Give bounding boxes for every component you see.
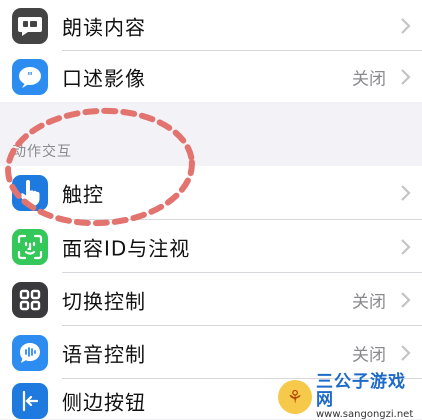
watermark-logo-icon: ⚘ [278,380,312,414]
voice-control-icon [12,334,48,371]
row-value: 关闭 [352,292,386,312]
chevron-right-icon [401,185,411,201]
grid-icon [12,281,48,318]
watermark-title: 三公子游戏网 [316,371,406,410]
chevron-right-icon [401,238,411,255]
row-touch[interactable]: 触控 [0,166,422,220]
svg-text:": " [27,70,33,83]
row-audio-descriptions[interactable]: " 口述影像 关闭 [0,51,422,102]
watermark-url: www.sangongzi.net [316,408,414,420]
chevron-right-icon [401,17,411,34]
row-label: 口述影像 [62,66,146,90]
chevron-right-icon [401,344,411,361]
row-label: 语音控制 [62,342,146,366]
chevron-right-icon [401,68,411,85]
watermark: ⚘ 三公子游戏网 www.sangongzi.net [278,371,418,420]
row-label: 触控 [62,182,104,207]
face-id-icon [12,228,48,265]
row-spoken-content[interactable]: 朗读内容 [0,0,422,51]
row-label: 面容ID与注视 [62,236,191,260]
row-value: 关闭 [352,345,386,365]
row-label: 切换控制 [62,289,146,313]
settings-group-speech: 朗读内容 " 口述影像 关闭 [0,0,422,102]
chevron-right-icon [401,291,411,308]
hand-pointer-icon [12,175,48,211]
speech-bubble-icon [12,7,48,44]
row-label: 朗读内容 [62,15,146,39]
quote-bubble-icon: " [12,58,48,95]
row-face-id-attention[interactable]: 面容ID与注视 [0,220,422,273]
side-button-icon [12,383,48,419]
row-switch-control[interactable]: 切换控制 关闭 [0,273,422,326]
row-label: 侧边按钮 [62,390,146,415]
row-value: 关闭 [352,69,386,89]
section-header-interaction: 动作交互 [12,144,72,160]
